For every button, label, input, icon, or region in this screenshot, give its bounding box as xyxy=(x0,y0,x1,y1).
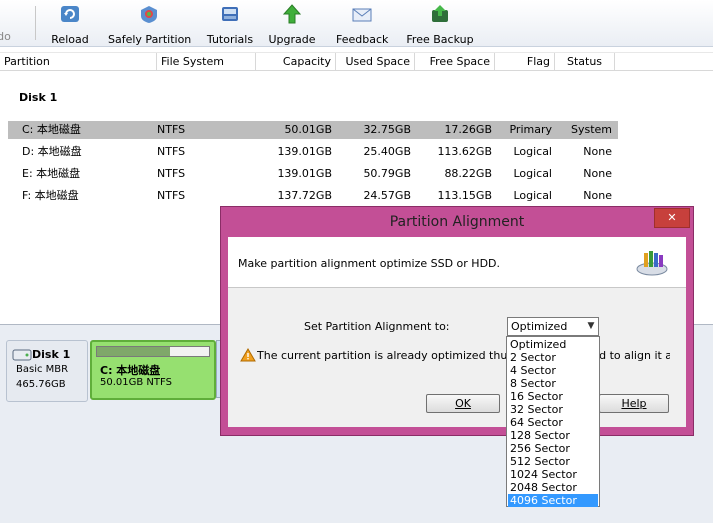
toolbar: do Reload Safely Partition Tutorials Upg… xyxy=(0,0,713,47)
column-partition[interactable]: Partition xyxy=(0,53,157,70)
column-status[interactable]: Status xyxy=(555,53,615,70)
book-icon xyxy=(222,7,238,21)
partition-alignment-dialog: Partition Alignment ✕ Make partition ali… xyxy=(220,206,694,436)
upgrade-button[interactable]: Upgrade xyxy=(268,4,316,46)
dropdown-option[interactable]: 8 Sector xyxy=(508,377,598,390)
help-button[interactable]: Help xyxy=(599,394,669,413)
safely-partition-button[interactable]: Safely Partition xyxy=(108,4,191,46)
reload-icon xyxy=(61,6,79,22)
dropdown-option[interactable]: 1024 Sector xyxy=(508,468,598,481)
partition-card-info: 50.01GB NTFS xyxy=(100,377,172,388)
disk-type: Basic MBR xyxy=(16,364,69,375)
warning-icon xyxy=(240,348,256,362)
dialog-info-panel: Make partition alignment optimize SSD or… xyxy=(228,237,686,288)
column-file-system[interactable]: File System xyxy=(157,53,256,70)
dropdown-option[interactable]: 512 Sector xyxy=(508,455,598,468)
partition-card-name: C: 本地磁盘 xyxy=(100,364,161,377)
set-alignment-label: Set Partition Alignment to: xyxy=(304,320,450,333)
partition-usage-bar xyxy=(96,346,210,357)
dropdown-option[interactable]: 2048 Sector xyxy=(508,481,598,494)
alignment-dropdown-list: Optimized 2 Sector 4 Sector 8 Sector 16 … xyxy=(506,336,600,507)
dropdown-option[interactable]: 64 Sector xyxy=(508,416,598,429)
disk-name: Disk 1 xyxy=(32,348,71,361)
mail-icon xyxy=(352,8,372,22)
dialog-body: Make partition alignment optimize SSD or… xyxy=(228,237,686,427)
disk-card[interactable]: Disk 1 Basic MBR 465.76GB xyxy=(6,340,88,402)
alignment-select[interactable]: Optimized ▼ xyxy=(507,317,599,336)
column-flag[interactable]: Flag xyxy=(495,53,555,70)
dropdown-option[interactable]: 256 Sector xyxy=(508,442,598,455)
dialog-info-text: Make partition alignment optimize SSD or… xyxy=(238,257,501,270)
upgrade-arrow-icon xyxy=(282,4,302,24)
close-button[interactable]: ✕ xyxy=(654,208,690,228)
partition-list-header: Partition File System Capacity Used Spac… xyxy=(0,52,713,71)
disk-icon xyxy=(12,349,32,361)
backup-icon xyxy=(432,5,448,22)
feedback-button[interactable]: Feedback xyxy=(336,4,388,46)
reload-button[interactable]: Reload xyxy=(48,4,92,46)
partition-usage-fill xyxy=(97,347,170,356)
dropdown-option[interactable]: 2 Sector xyxy=(508,351,598,364)
alignment-select-value: Optimized xyxy=(511,320,568,333)
table-row[interactable]: C: 本地磁盘 NTFS 50.01GB 32.75GB 17.26GB Pri… xyxy=(8,121,618,139)
undo-icon xyxy=(0,4,12,24)
ok-button[interactable]: OK xyxy=(426,394,500,413)
dialog-title: Partition Alignment xyxy=(389,214,525,230)
free-backup-button[interactable]: Free Backup xyxy=(406,4,474,46)
disk-size: 465.76GB xyxy=(16,379,66,390)
dropdown-option[interactable]: 128 Sector xyxy=(508,429,598,442)
column-used-space[interactable]: Used Space xyxy=(336,53,415,70)
toolbar-separator xyxy=(35,6,36,40)
tutorials-button[interactable]: Tutorials xyxy=(204,4,256,46)
table-row[interactable]: F: 本地磁盘 NTFS 137.72GB 24.57GB 113.15GB L… xyxy=(8,187,618,205)
alignment-icon xyxy=(636,251,668,276)
safely-partition-icon xyxy=(141,6,157,23)
partition-card-c[interactable]: C: 本地磁盘 50.01GB NTFS xyxy=(90,340,216,400)
table-row[interactable]: D: 本地磁盘 NTFS 139.01GB 25.40GB 113.62GB L… xyxy=(8,143,618,161)
warning-text: The current partition is already optimiz… xyxy=(257,349,670,362)
table-row[interactable]: E: 本地磁盘 NTFS 139.01GB 50.79GB 88.22GB Lo… xyxy=(8,165,618,183)
dropdown-option-highlighted[interactable]: 4096 Sector xyxy=(508,494,598,507)
dropdown-option[interactable]: 4 Sector xyxy=(508,364,598,377)
undo-button[interactable]: do xyxy=(0,4,12,44)
disk-group-label: Disk 1 xyxy=(19,91,58,104)
dropdown-option[interactable]: Optimized xyxy=(508,338,598,351)
chevron-down-icon: ▼ xyxy=(587,321,595,331)
column-free-space[interactable]: Free Space xyxy=(415,53,495,70)
column-capacity[interactable]: Capacity xyxy=(256,53,336,70)
dropdown-option[interactable]: 32 Sector xyxy=(508,403,598,416)
dropdown-option[interactable]: 16 Sector xyxy=(508,390,598,403)
